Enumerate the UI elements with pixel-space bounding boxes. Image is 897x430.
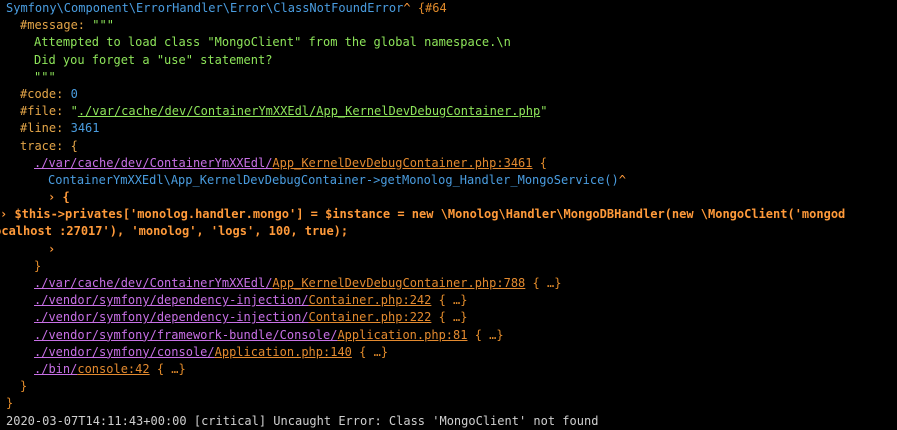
trace-frame-file[interactable]: Application.php:81	[337, 328, 467, 342]
file-path[interactable]: ./var/cache/dev/ContainerYmXXEdl/App_Ker…	[78, 104, 540, 118]
trace-close-line: }	[6, 378, 897, 395]
trace-frame-file[interactable]: console:42	[77, 362, 149, 376]
exception-caret: ^	[403, 1, 411, 15]
code-value: 0	[70, 86, 78, 101]
trace-frame-call: ContainerYmXXEdl\App_KernelDevDebugConta…	[48, 172, 619, 187]
code-snippet-line: › $this->privates['monolog.handler.mongo…	[0, 206, 849, 240]
trace-frame-expand[interactable]: { …}	[359, 345, 388, 359]
trace-frame-path[interactable]: ./vendor/symfony/framework-bundle/Consol…	[34, 328, 337, 342]
message-text-1: Attempted to load class "MongoClient" fr…	[34, 35, 511, 50]
code-snippet-open-text: › {	[48, 190, 70, 205]
trace-frame-5: ./vendor/symfony/console/Application.php…	[6, 344, 897, 361]
trace-frame-path[interactable]: ./var/cache/dev/ContainerYmXXEdl/	[34, 276, 272, 290]
trace-frame-expand[interactable]: { …}	[439, 293, 468, 307]
message-close-line: """	[6, 69, 897, 86]
file-quote-open: "	[70, 104, 78, 119]
file-line: #file: "./var/cache/dev/ContainerYmXXEdl…	[6, 103, 897, 120]
trace-frame-expand[interactable]: { …}	[439, 310, 468, 324]
trace-frame-call-line: ContainerYmXXEdl\App_KernelDevDebugConta…	[6, 172, 897, 189]
trace-frame-0-close: }	[6, 258, 897, 275]
trace-frame-expand[interactable]: { …}	[157, 362, 186, 376]
trace-open-line: trace: {	[6, 138, 897, 155]
message-key-line: #message: """	[6, 17, 897, 34]
trace-frame-0: ./var/cache/dev/ContainerYmXXEdl/App_Ker…	[6, 155, 897, 172]
file-key: #file:	[20, 104, 64, 119]
file-quote-close: "	[540, 104, 548, 119]
trace-close-brace: }	[20, 379, 28, 394]
trace-frame-file[interactable]: App_KernelDevDebugContainer.php:788	[272, 276, 525, 290]
code-line: #code: 0	[6, 86, 897, 103]
trace-frame-expand[interactable]: { …}	[475, 328, 504, 342]
message-key: #message:	[20, 18, 86, 33]
trace-frame-expand[interactable]: { …}	[533, 276, 562, 290]
trace-frame-1: ./var/cache/dev/ContainerYmXXEdl/App_Ker…	[6, 275, 897, 292]
message-close-quote: """	[34, 69, 56, 84]
trace-frame-6: ./bin/console:42 { …}	[6, 361, 897, 378]
message-line-1: Attempted to load class "MongoClient" fr…	[6, 34, 897, 51]
trace-frame-3: ./vendor/symfony/dependency-injection/Co…	[6, 309, 897, 326]
exception-id: {#64	[417, 1, 447, 15]
trace-frame-2: ./vendor/symfony/dependency-injection/Co…	[6, 292, 897, 309]
code-snippet-open: › {	[6, 189, 897, 206]
trace-frame-file[interactable]: Container.php:222	[309, 310, 432, 324]
trace-frame-brace: {	[539, 155, 547, 170]
log-line: 2020-03-07T14:11:43+00:00 [critical] Unc…	[6, 413, 897, 430]
trace-frame-close-brace: }	[34, 258, 42, 273]
log-text: 2020-03-07T14:11:43+00:00 [critical] Unc…	[6, 413, 599, 428]
exception-close-line: }	[6, 395, 897, 412]
terminal-output: Symfony\Component\ErrorHandler\Error\Cla…	[0, 0, 897, 428]
line-number-line: #line: 3461	[6, 120, 897, 137]
code-snippet-close-text: ›	[48, 241, 56, 256]
trace-frame-path[interactable]: ./var/cache/dev/ContainerYmXXEdl/	[34, 156, 272, 170]
trace-frame-file[interactable]: Container.php:242	[309, 293, 432, 307]
message-line-2: Did you forget a "use" statement?	[6, 52, 897, 69]
code-snippet-close: ›	[6, 241, 897, 258]
trace-frame-path[interactable]: ./bin/	[34, 362, 77, 376]
trace-frame-path[interactable]: ./vendor/symfony/console/	[34, 345, 215, 359]
trace-frame-path[interactable]: ./vendor/symfony/dependency-injection/	[34, 293, 309, 307]
trace-frame-file[interactable]: Application.php:140	[215, 345, 352, 359]
code-snippet-text: › $this->privates['monolog.handler.mongo…	[0, 207, 846, 239]
exception-close-brace: }	[6, 396, 14, 411]
exception-class: Symfony\Component\ErrorHandler\Error\Cla…	[6, 1, 404, 15]
code-key: #code:	[20, 86, 64, 101]
trace-frame-4: ./vendor/symfony/framework-bundle/Consol…	[6, 327, 897, 344]
trace-frame-file[interactable]: App_KernelDevDebugContainer.php:3461	[272, 156, 532, 170]
line-key: #line:	[20, 121, 64, 136]
trace-frame-caret: ^	[618, 172, 626, 187]
trace-frame-path[interactable]: ./vendor/symfony/dependency-injection/	[34, 310, 309, 324]
message-text-2: Did you forget a "use" statement?	[34, 52, 273, 67]
message-open-quote: """	[92, 18, 114, 33]
trace-key: trace: {	[20, 138, 78, 153]
exception-header: Symfony\Component\ErrorHandler\Error\Cla…	[6, 0, 897, 17]
line-value: 3461	[70, 121, 100, 136]
